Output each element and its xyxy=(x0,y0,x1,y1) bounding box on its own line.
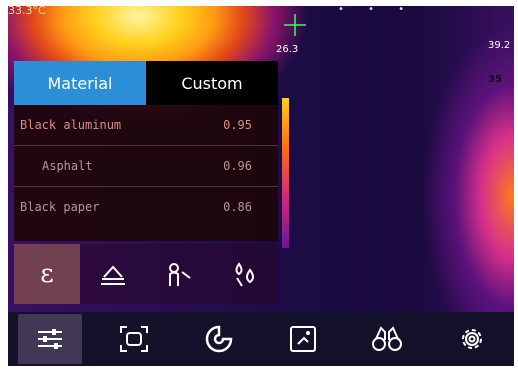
material-item[interactable]: Asphalt 0.96 xyxy=(14,146,278,187)
tab-custom[interactable]: Custom xyxy=(146,61,278,105)
material-name: Asphalt xyxy=(42,159,93,173)
settings-gear-icon xyxy=(461,329,482,349)
signal-icon: • xyxy=(338,6,369,15)
max-temperature-readout: 39.2 xyxy=(488,40,511,51)
spot-temperature-readout: 33.3°C xyxy=(8,6,46,17)
emissivity-toolbar: ε xyxy=(14,244,278,304)
center-temperature-readout: 26.3 xyxy=(276,44,299,55)
status-icons: ••• xyxy=(338,6,428,15)
material-name: Black aluminum xyxy=(20,118,122,132)
measurement-icon xyxy=(120,326,149,352)
material-item[interactable]: Black paper 0.86 xyxy=(14,187,278,227)
crosshair-icon xyxy=(284,14,306,36)
palette-button[interactable] xyxy=(187,314,251,364)
epsilon-icon: ε xyxy=(40,259,54,289)
material-item[interactable]: Black aluminum 0.95 xyxy=(14,105,278,146)
scale-temperature-readout: 35 xyxy=(488,74,502,85)
palette-icon xyxy=(205,325,233,353)
material-emissivity: 0.86 xyxy=(223,200,252,214)
image-button[interactable] xyxy=(271,314,335,364)
temperature-scale-bar xyxy=(282,98,289,248)
material-tabs: Material Custom xyxy=(14,61,278,105)
binoculars-button[interactable] xyxy=(355,314,419,364)
distance-button[interactable] xyxy=(146,244,212,304)
material-name: Black paper xyxy=(20,200,100,214)
bottom-toolbar xyxy=(8,312,514,366)
material-panel: Material Custom Black aluminum 0.95 Asph… xyxy=(14,61,278,241)
humidity-button[interactable] xyxy=(212,244,278,304)
battery-icon: • xyxy=(398,6,429,15)
image-icon xyxy=(290,326,317,352)
emissivity-button[interactable]: ε xyxy=(14,244,80,304)
surface-icon xyxy=(101,265,125,285)
wifi-icon: • xyxy=(368,6,399,15)
adjust-sliders-icon xyxy=(38,329,63,349)
tab-material[interactable]: Material xyxy=(14,61,146,105)
material-emissivity: 0.95 xyxy=(223,118,252,132)
distance-icon xyxy=(169,263,191,286)
binoculars-icon xyxy=(372,326,403,351)
surface-button[interactable] xyxy=(80,244,146,304)
measurement-button[interactable] xyxy=(102,314,166,364)
adjust-button[interactable] xyxy=(18,314,83,364)
settings-button[interactable] xyxy=(440,314,504,364)
thermal-view: 33.3°C ••• 26.3 39.2 35 Material Custom … xyxy=(8,6,514,366)
humidity-icon xyxy=(235,262,254,287)
material-emissivity: 0.96 xyxy=(223,159,252,173)
